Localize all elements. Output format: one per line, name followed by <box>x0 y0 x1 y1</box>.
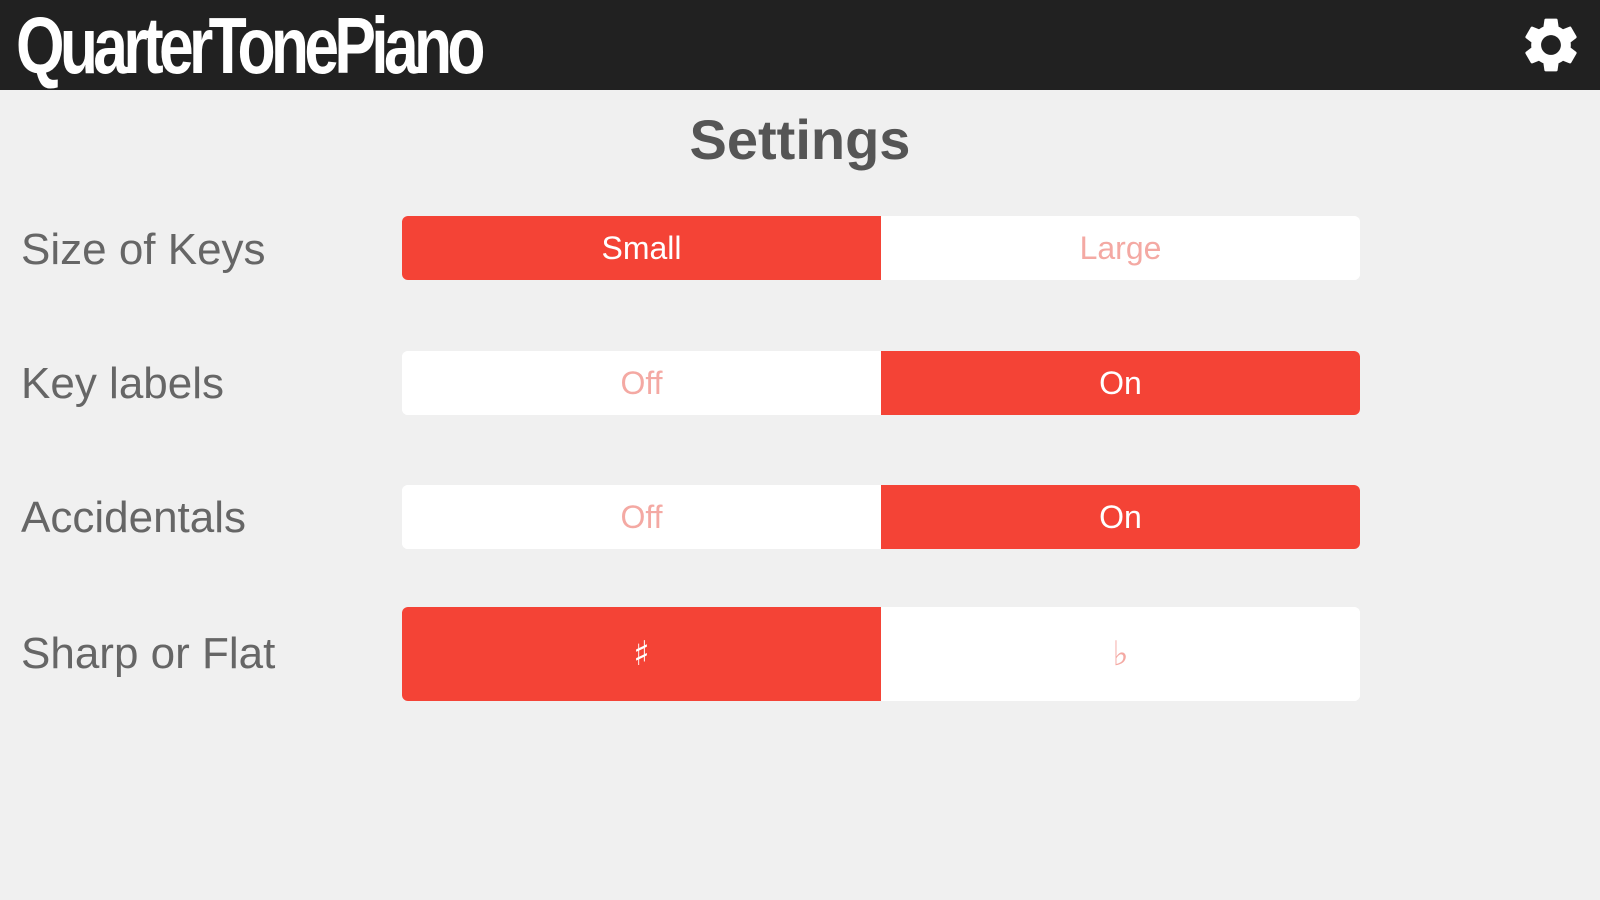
size-small-option[interactable]: Small <box>402 216 881 280</box>
sharp-option[interactable]: ♯ <box>402 607 881 701</box>
accidentals-toggle: Off On <box>402 485 1360 549</box>
key-labels-off-option[interactable]: Off <box>402 351 881 415</box>
page-title: Settings <box>689 108 911 171</box>
setting-label-sharp-or-flat: Sharp or Flat <box>21 629 276 678</box>
gear-icon-glyph <box>1525 18 1577 72</box>
accidentals-off-option[interactable]: Off <box>402 485 881 549</box>
size-of-keys-toggle: Small Large <box>402 216 1360 280</box>
setting-label-key-labels: Key labels <box>21 359 225 408</box>
key-labels-on-option[interactable]: On <box>881 351 1360 415</box>
flat-option[interactable]: ♭ <box>881 607 1360 701</box>
accidentals-on-option[interactable]: On <box>881 485 1360 549</box>
setting-label-accidentals: Accidentals <box>21 493 247 542</box>
gear-icon[interactable] <box>1518 12 1584 78</box>
sharp-or-flat-toggle: ♯ ♭ <box>402 607 1360 701</box>
setting-label-size-of-keys: Size of Keys <box>21 225 266 274</box>
app-title: QuarterTonePiano <box>16 1 486 90</box>
size-large-option[interactable]: Large <box>881 216 1360 280</box>
key-labels-toggle: Off On <box>402 351 1360 415</box>
top-app-bar: QuarterTonePiano <box>0 0 1600 90</box>
app-window: QuarterTonePiano Settings Size of Keys S… <box>0 0 1600 900</box>
